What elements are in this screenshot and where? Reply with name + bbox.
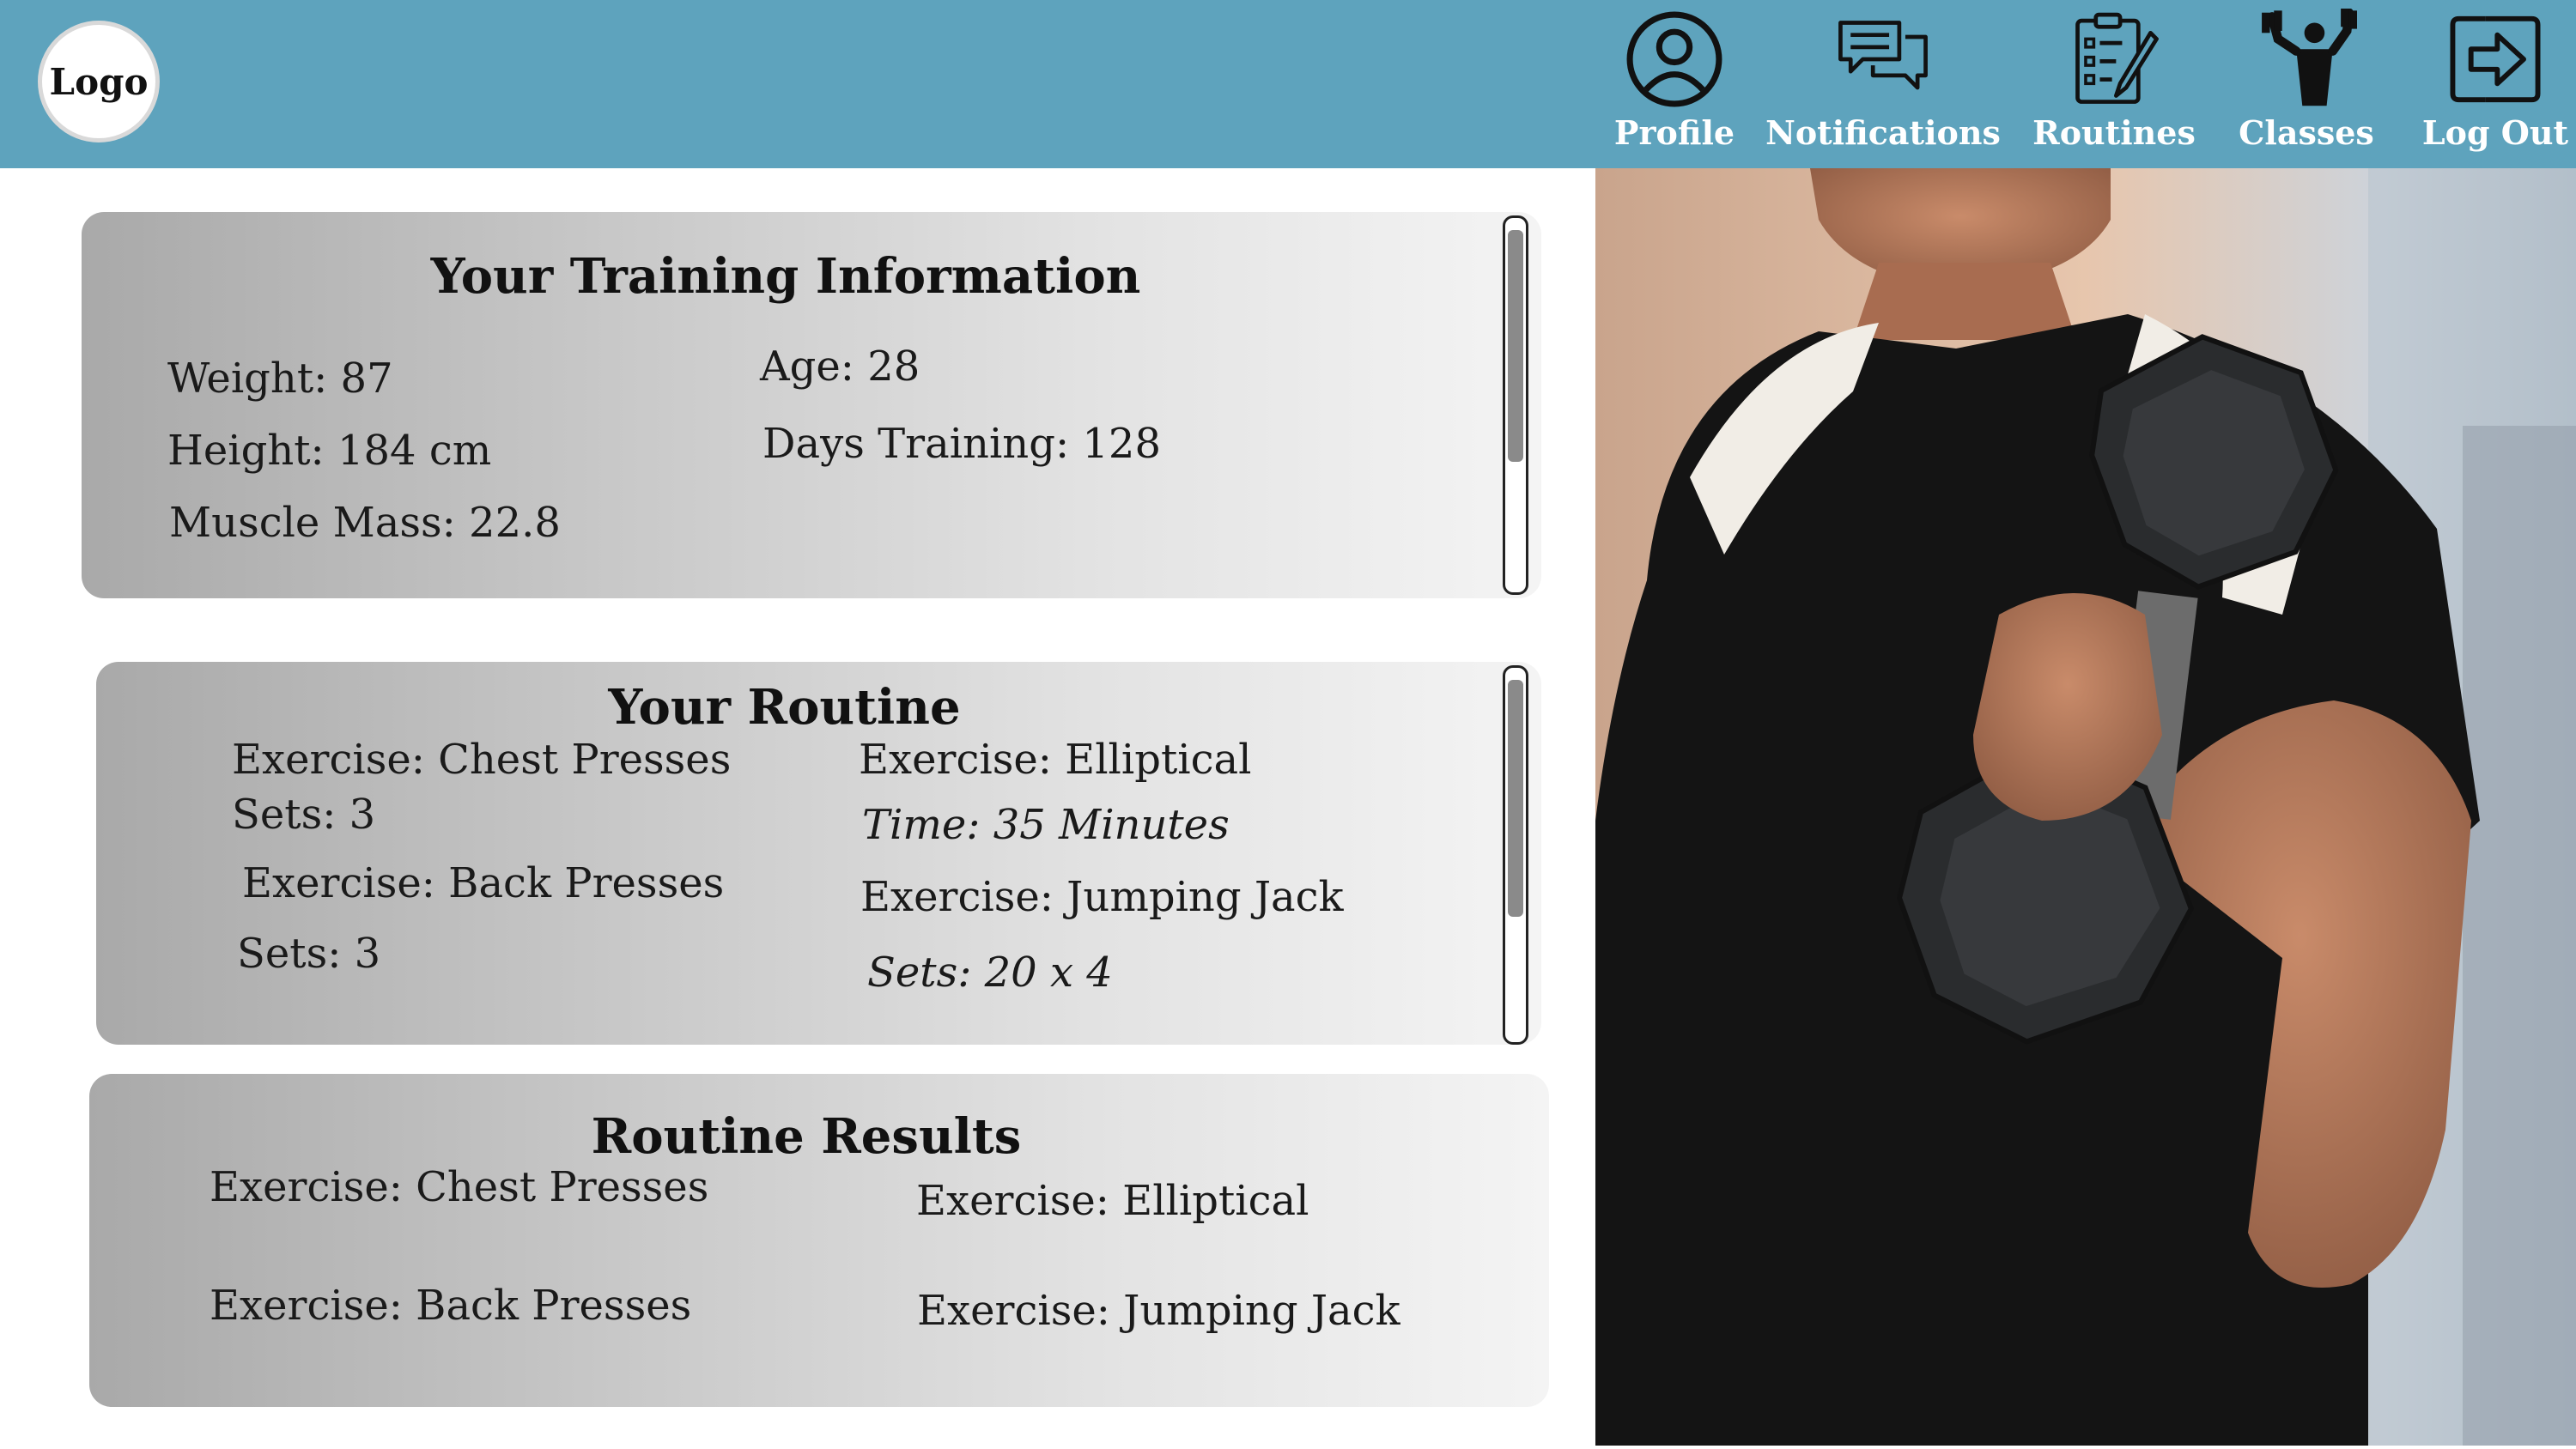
age-value: Age: 28 [760, 343, 920, 391]
nav-profile-button[interactable]: Profile [1571, 9, 1777, 163]
routine-left-sets-1: Sets: 3 [232, 791, 376, 839]
results-left-exercise-2: Exercise: Back Presses [210, 1282, 692, 1330]
weightlifter-icon [2262, 9, 2357, 106]
routine-left-exercise-2: Exercise: Back Presses [242, 859, 725, 907]
results-right-exercise-1: Exercise: Elliptical [916, 1177, 1309, 1225]
dumbbell-athlete-image [1595, 168, 2576, 1446]
top-navigation-bar: Logo Profile Notifications Routines Clas… [0, 0, 2576, 168]
routine-scrollbar-thumb[interactable] [1508, 680, 1523, 917]
training-info-card: Your Training Information Weight: 87 Hei… [82, 212, 1541, 598]
nav-classes-label: Classes [2239, 113, 2374, 152]
routine-left-exercise-1: Exercise: Chest Presses [232, 736, 732, 784]
results-title: Routine Results [591, 1108, 1022, 1165]
training-info-scrollbar[interactable] [1503, 215, 1528, 595]
muscle-mass-value: Muscle Mass: 22.8 [169, 499, 561, 547]
nav-profile-label: Profile [1613, 113, 1735, 152]
nav-routines-label: Routines [2032, 113, 2196, 152]
routine-left-sets-2: Sets: 3 [237, 930, 381, 978]
nav-routines-button[interactable]: Routines [2011, 9, 2217, 163]
routine-right-exercise-1: Exercise: Elliptical [859, 736, 1252, 784]
days-training-value: Days Training: 128 [762, 420, 1161, 468]
nav-notifications-label: Notifications [1765, 113, 2001, 152]
routine-right-exercise-2: Exercise: Jumping Jack [860, 873, 1344, 921]
logo-text: Logo [49, 60, 149, 103]
routine-scrollbar[interactable] [1503, 665, 1528, 1045]
results-card: Routine Results Exercise: Chest Presses … [89, 1074, 1549, 1407]
nav-logout-label: Log Out [2421, 113, 2569, 152]
clipboard-list-icon [2075, 12, 2159, 104]
logo[interactable]: Logo [38, 21, 160, 142]
chat-bubbles-icon [1838, 21, 1928, 90]
training-info-scrollbar-thumb[interactable] [1508, 230, 1523, 462]
nav-classes-button[interactable]: Classes [2203, 9, 2409, 163]
logout-icon [2450, 15, 2541, 103]
routine-card: Your Routine Exercise: Chest Presses Set… [96, 662, 1541, 1045]
height-value: Height: 184 cm [167, 427, 492, 475]
nav-logout-button[interactable]: Log Out [2392, 9, 2576, 163]
weight-value: Weight: 87 [167, 355, 393, 403]
routine-right-sets-2: Sets: 20 x 4 [867, 949, 1113, 997]
results-right-exercise-2: Exercise: Jumping Jack [917, 1287, 1400, 1335]
training-info-title: Your Training Information [430, 248, 1141, 305]
routine-right-time-1: Time: 35 Minutes [862, 801, 1230, 849]
routine-title: Your Routine [608, 679, 961, 736]
hero-photo [1595, 168, 2576, 1446]
user-circle-icon [1626, 11, 1722, 107]
results-left-exercise-1: Exercise: Chest Presses [210, 1163, 709, 1211]
nav-notifications-button[interactable]: Notifications [1765, 9, 2001, 163]
